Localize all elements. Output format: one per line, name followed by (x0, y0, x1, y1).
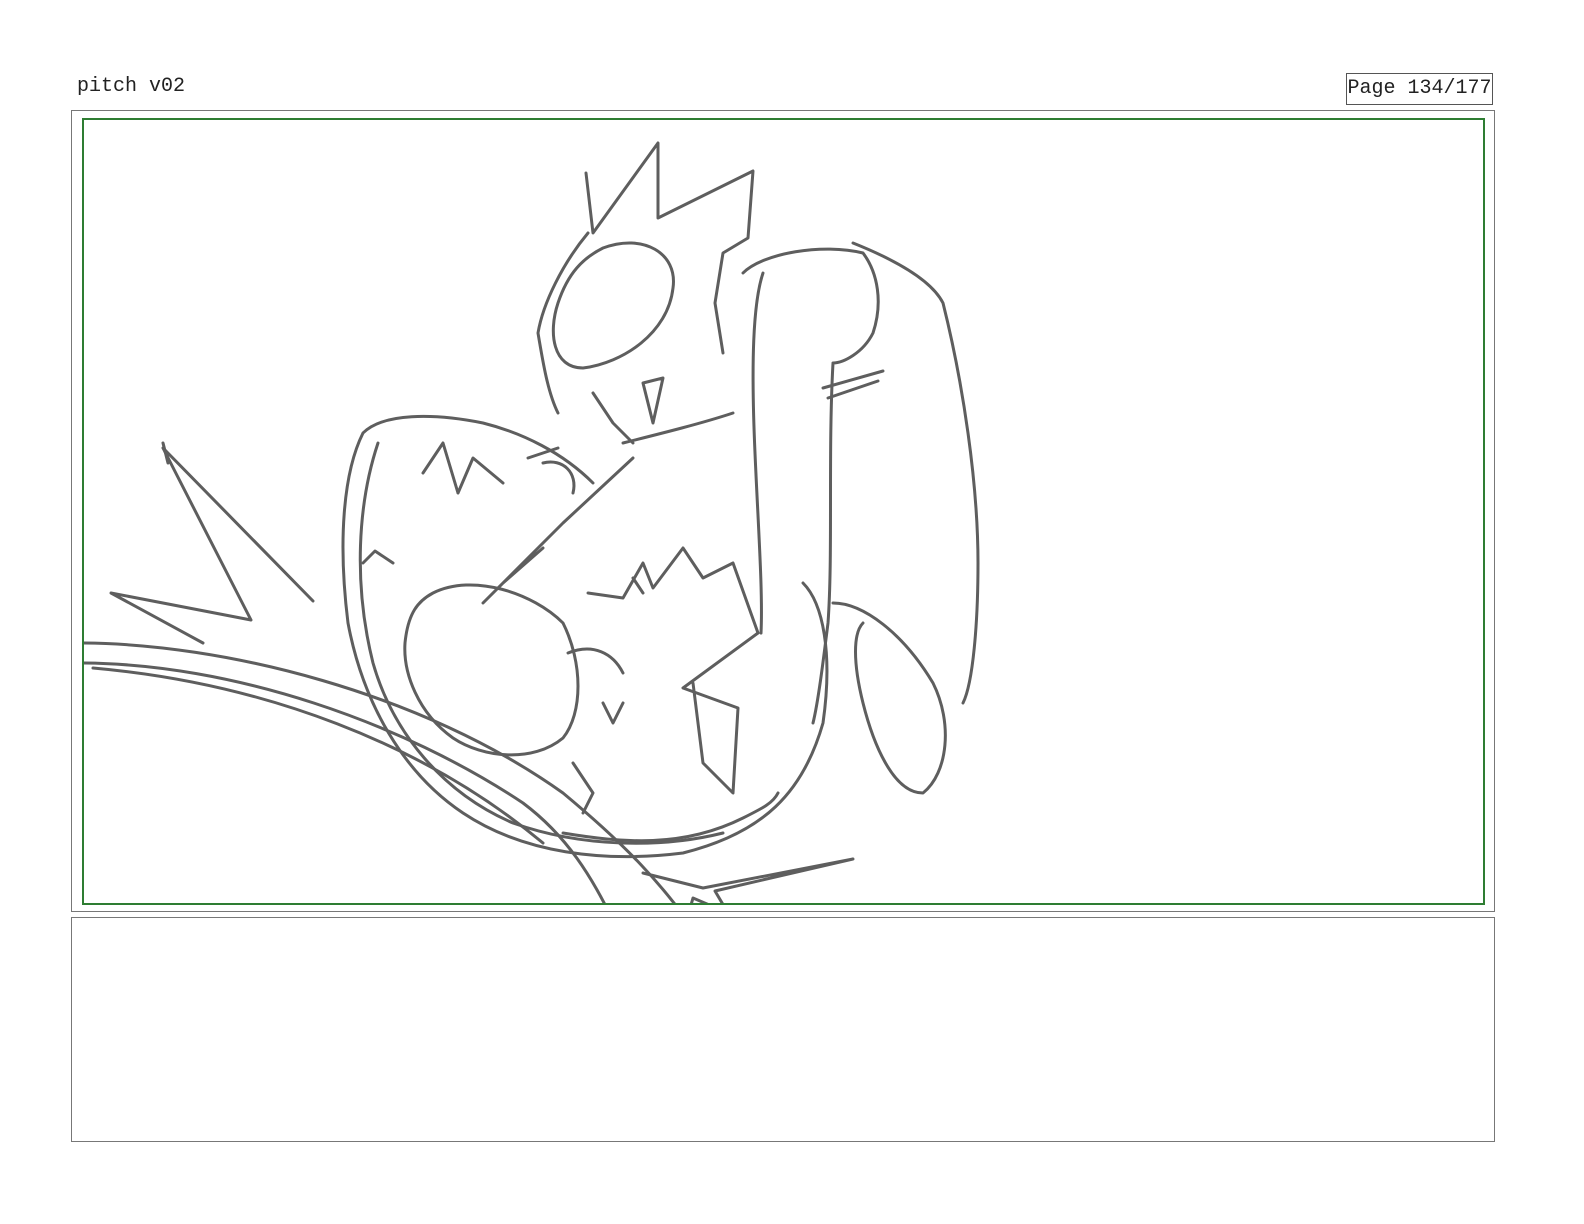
top-character-arm (741, 247, 880, 725)
panel-safe-area-guide (82, 118, 1485, 905)
top-character-head (584, 141, 755, 355)
impact-burst-lines (109, 446, 315, 645)
top-character-face-outline (536, 231, 735, 445)
collar-lines (561, 791, 780, 843)
lower-character-ears (361, 441, 505, 565)
document-title: pitch v02 (77, 75, 186, 98)
lower-character-head-inner (358, 441, 725, 845)
panel-sketch-drawing (84, 141, 980, 903)
bottom-burst (641, 857, 855, 903)
crossing-lines (481, 456, 635, 605)
panel-notes-box[interactable] (71, 917, 1495, 1142)
page-number-badge: Page 134/177 (1346, 73, 1493, 105)
top-character-arm-inner (751, 271, 765, 635)
top-character-eye (551, 241, 675, 370)
lower-character-eye (403, 583, 580, 757)
lower-character-mouth-burst (586, 546, 760, 795)
speed-line-1 (84, 641, 676, 903)
hand (831, 601, 947, 795)
speed-line-2 (84, 661, 606, 903)
top-character-arm-outer (851, 241, 980, 705)
storyboard-panel (71, 110, 1495, 912)
nose-tip (526, 446, 576, 495)
lower-character-fangs (601, 576, 645, 725)
top-character-mouth (591, 376, 665, 445)
speed-line-3 (91, 666, 545, 845)
